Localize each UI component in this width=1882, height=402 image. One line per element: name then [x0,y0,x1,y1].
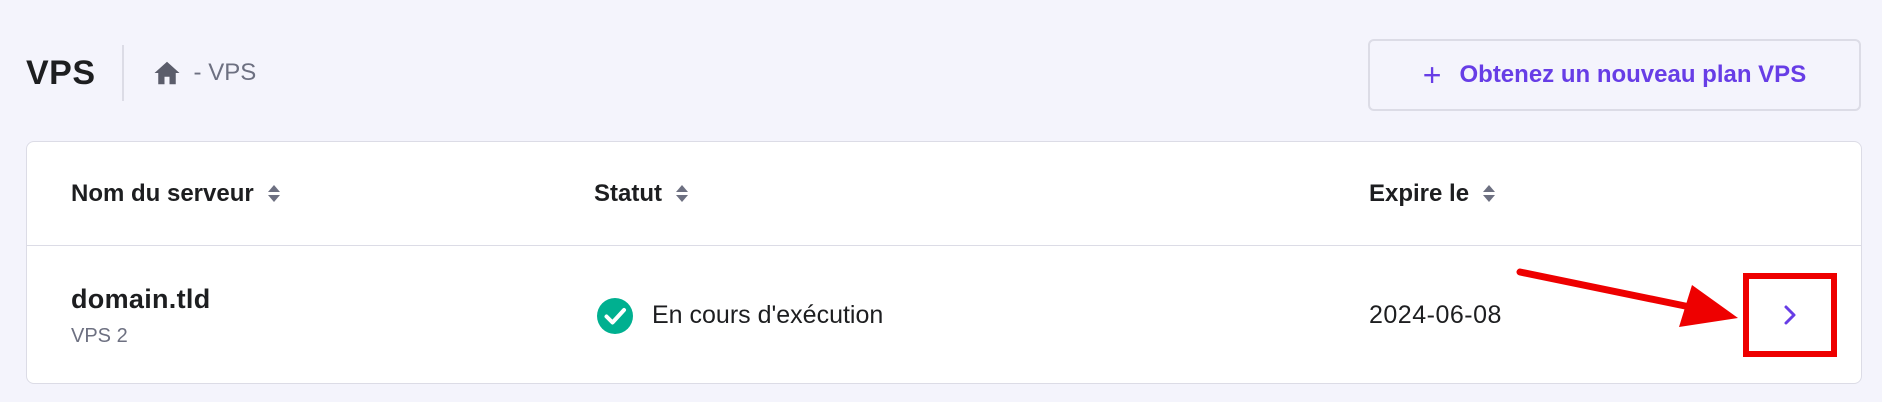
breadcrumb-current: - VPS [193,59,257,86]
expiry-date: 2024-06-08 [1369,301,1502,329]
row-details-button[interactable] [1743,273,1837,357]
vps-table: Nom du serveur Statut Expire le domain.t… [26,141,1862,384]
page-title: VPS [26,53,96,92]
server-cell: domain.tld VPS 2 [71,246,211,385]
home-icon[interactable] [152,58,182,88]
new-vps-plan-label: Obtenez un nouveau plan VPS [1459,61,1807,88]
column-header-status[interactable]: Statut [594,142,688,245]
table-row[interactable]: domain.tld VPS 2 En cours d'exécution 20… [27,246,1861,385]
column-header-label: Nom du serveur [71,179,254,207]
breadcrumb: - VPS [152,58,257,88]
column-header-label: Statut [594,179,662,207]
header-divider [121,45,124,101]
plus-icon: + [1422,57,1442,93]
chevron-right-icon [1779,304,1801,326]
page-header: VPS - VPS [26,42,256,104]
server-name[interactable]: domain.tld [71,284,211,315]
sort-icon[interactable] [267,185,280,202]
check-circle-icon [596,297,634,335]
sort-icon[interactable] [1483,185,1496,202]
column-header-server-name[interactable]: Nom du serveur [71,142,280,245]
new-vps-plan-button[interactable]: + Obtenez un nouveau plan VPS [1368,39,1861,111]
sort-icon[interactable] [676,185,688,202]
column-header-label: Expire le [1369,179,1470,207]
status-cell: En cours d'exécution [596,246,883,385]
status-text: En cours d'exécution [652,301,884,329]
server-plan: VPS 2 [71,324,128,347]
column-header-expires[interactable]: Expire le [1369,142,1496,245]
table-header: Nom du serveur Statut Expire le [27,142,1861,246]
